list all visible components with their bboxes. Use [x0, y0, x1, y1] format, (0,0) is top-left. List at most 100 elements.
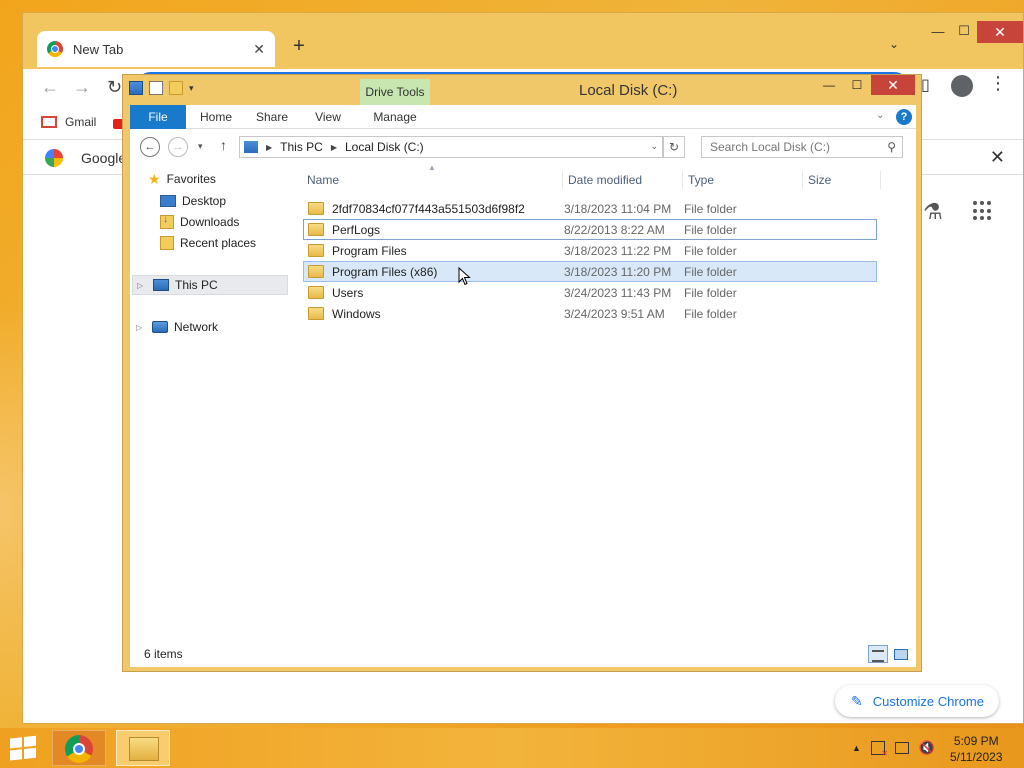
expand-icon[interactable]: ▷: [137, 281, 147, 290]
labs-flask-icon[interactable]: ⚗: [923, 199, 943, 225]
tab-new-tab[interactable]: New Tab ✕: [37, 31, 275, 67]
network-icon[interactable]: [894, 742, 909, 754]
help-icon[interactable]: ?: [896, 109, 912, 125]
file-name: Users: [332, 285, 364, 300]
taskbar-file-explorer[interactable]: [116, 730, 170, 766]
gmail-icon: [41, 116, 57, 128]
folder-icon: [308, 202, 324, 215]
search-input[interactable]: Search Local Disk (C:) ⚲: [701, 136, 903, 158]
explorer-minimize-button[interactable]: —: [815, 75, 843, 95]
tab-close-icon[interactable]: ✕: [253, 41, 265, 58]
address-dropdown-icon[interactable]: ⌄: [650, 141, 658, 152]
search-icon[interactable]: ⚲: [887, 140, 896, 154]
tab-manage[interactable]: Manage: [360, 105, 430, 129]
chevron-down-icon[interactable]: ⌄: [889, 37, 899, 51]
breadcrumb-separator[interactable]: ▶: [266, 143, 272, 152]
reload-icon[interactable]: ↻: [107, 77, 122, 98]
volume-muted-icon[interactable]: 🔇: [919, 740, 935, 756]
column-header-type[interactable]: Type: [688, 173, 714, 187]
file-name: Program Files: [332, 243, 407, 258]
action-center-flag-icon[interactable]: [870, 741, 888, 758]
tab-file[interactable]: File: [130, 105, 186, 129]
column-header-name[interactable]: Name: [307, 173, 339, 187]
details-view-icon[interactable]: [868, 645, 888, 663]
file-date: 3/18/2023 11:22 PM: [564, 243, 672, 258]
breadcrumb-this-pc[interactable]: This PC: [280, 140, 323, 154]
nav-downloads[interactable]: Downloads: [160, 212, 239, 232]
explorer-close-button[interactable]: ✕: [871, 75, 915, 95]
side-panel-icon[interactable]: ▯: [921, 75, 930, 95]
new-tab-button[interactable]: +: [289, 35, 309, 58]
back-icon[interactable]: ←: [41, 77, 59, 98]
nav-this-pc[interactable]: ▷ This PC: [132, 275, 288, 295]
properties-icon[interactable]: [149, 81, 163, 95]
taskbar-chrome[interactable]: [52, 730, 106, 766]
menu-kebab-icon[interactable]: ⋮: [989, 73, 1007, 94]
nav-network[interactable]: ▷ Network: [136, 317, 218, 337]
column-divider[interactable]: [682, 171, 683, 189]
expand-icon[interactable]: ▷: [136, 323, 146, 332]
customize-chrome-label: Customize Chrome: [872, 693, 984, 709]
explorer-body: ★ Favorites Desktop Downloads Recent pla…: [130, 163, 916, 641]
folder-icon: [308, 244, 324, 257]
breadcrumb-local-disk[interactable]: Local Disk (C:): [345, 140, 424, 154]
windows-start-icon[interactable]: [10, 735, 38, 763]
clock[interactable]: 5:09 PM 5/11/2023: [950, 733, 1003, 765]
up-arrow-icon[interactable]: ↑: [220, 137, 227, 153]
recent-locations-icon[interactable]: ▾: [198, 141, 203, 152]
forward-icon[interactable]: →: [168, 137, 188, 157]
explorer-maximize-button[interactable]: ☐: [843, 75, 871, 95]
show-hidden-icons-icon[interactable]: ▲: [852, 743, 861, 753]
file-list: Name ▲ Date modified Type Size 2fdf70834…: [300, 163, 916, 641]
file-row[interactable]: Users 3/24/2023 11:43 PM File folder: [303, 282, 877, 303]
computer-icon: [153, 279, 169, 291]
nav-favorites[interactable]: ★ Favorites: [148, 169, 216, 189]
expand-ribbon-icon[interactable]: ⌄: [876, 110, 884, 121]
tab-view[interactable]: View: [304, 105, 352, 129]
column-divider[interactable]: [562, 171, 563, 189]
file-date: 8/22/2013 8:22 AM: [564, 222, 665, 237]
chrome-close-button[interactable]: ✕: [977, 21, 1023, 43]
nav-label: Favorites: [166, 172, 216, 186]
nav-recent-places[interactable]: Recent places: [160, 233, 256, 253]
file-row[interactable]: Program Files 3/18/2023 11:22 PM File fo…: [303, 240, 877, 261]
google-banner-close-icon[interactable]: ✕: [990, 147, 1005, 168]
new-folder-icon[interactable]: [169, 81, 183, 95]
folder-icon: [129, 737, 159, 761]
tab-home[interactable]: Home: [192, 105, 240, 129]
breadcrumb-separator[interactable]: ▶: [331, 143, 337, 152]
forward-icon[interactable]: →: [73, 77, 91, 98]
tab-share[interactable]: Share: [248, 105, 296, 129]
explorer-titlebar: ▾ Drive Tools Local Disk (C:) — ☐ ✕: [123, 75, 921, 105]
customize-chrome-button[interactable]: ✎ Customize Chrome: [835, 685, 999, 717]
column-divider[interactable]: [802, 171, 803, 189]
file-row[interactable]: 2fdf70834cf077f443a551503d6f98f2 3/18/20…: [303, 198, 877, 219]
profile-avatar[interactable]: [951, 75, 973, 97]
file-row[interactable]: Windows 3/24/2023 9:51 AM File folder: [303, 303, 877, 324]
chrome-minimize-button[interactable]: —: [925, 13, 951, 49]
column-divider[interactable]: [880, 171, 881, 189]
back-icon[interactable]: ←: [140, 137, 160, 157]
folder-icon: [308, 223, 324, 236]
file-row[interactable]: Program Files (x86) 3/18/2023 11:20 PM F…: [303, 261, 877, 282]
refresh-icon[interactable]: ↻: [663, 136, 685, 158]
google-icon: [45, 149, 63, 167]
file-name: Windows: [332, 306, 381, 321]
file-date: 3/24/2023 9:51 AM: [564, 306, 665, 321]
customize-qat-icon[interactable]: ▾: [189, 83, 194, 94]
clock-time: 5:09 PM: [953, 734, 999, 748]
address-bar[interactable]: ▶ This PC ▶ Local Disk (C:) ⌄: [239, 136, 663, 158]
chrome-maximize-button[interactable]: ☐: [951, 13, 977, 49]
large-icons-view-icon[interactable]: [892, 645, 910, 663]
address-row: ← → ▾ ↑ ▶ This PC ▶ Local Disk (C:) ⌄ ↻ …: [130, 129, 916, 165]
column-header-size[interactable]: Size: [808, 173, 831, 187]
bookmark-gmail[interactable]: Gmail: [41, 115, 96, 129]
nav-label: Downloads: [180, 215, 240, 229]
file-type: File folder: [684, 264, 737, 279]
apps-grid-icon[interactable]: [973, 201, 993, 221]
nav-desktop[interactable]: Desktop: [160, 191, 226, 211]
status-bar: 6 items: [130, 641, 916, 667]
column-header-date[interactable]: Date modified: [568, 173, 642, 187]
explorer-window-controls: — ☐ ✕: [815, 75, 915, 95]
file-row[interactable]: PerfLogs 8/22/2013 8:22 AM File folder: [303, 219, 877, 240]
